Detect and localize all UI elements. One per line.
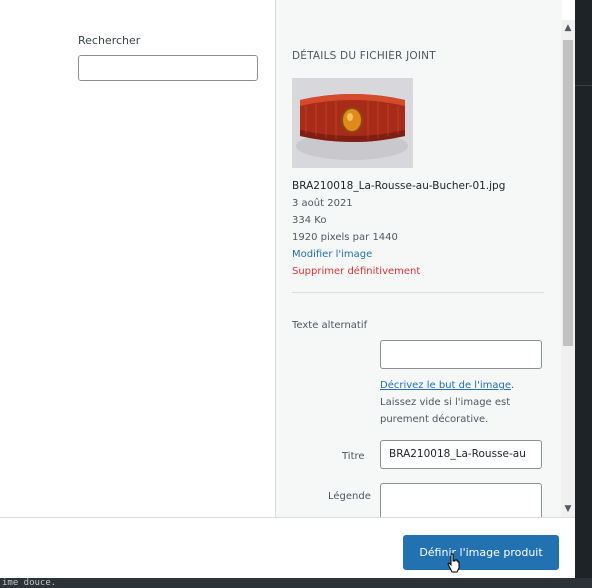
scroll-up-icon[interactable]: ▲ <box>562 22 574 34</box>
attachment-filename: BRA210018_La-Rousse-au-Bucher-01.jpg <box>292 180 506 192</box>
set-product-image-button[interactable]: Définir l'image produit <box>403 535 559 570</box>
alt-text-help-text: Laissez vide si l'image est purement déc… <box>380 397 511 425</box>
pointer-cursor-icon <box>447 553 460 573</box>
caption-label: Légende <box>328 491 371 502</box>
caption-textarea[interactable] <box>380 483 542 517</box>
attachment-details-sidebar: DÉTAILS DU FICHIER JOINT BRA210018_La-Ro… <box>275 0 562 517</box>
title-label: Titre <box>342 451 365 462</box>
delete-permanently-link[interactable]: Supprimer définitivement <box>292 263 552 280</box>
alt-text-label: Texte alternatif <box>292 320 368 331</box>
attachment-date: 3 août 2021 <box>292 198 353 209</box>
background-page-edge <box>575 0 592 588</box>
scrollbar-thumb[interactable] <box>563 40 573 346</box>
alt-text-help-link[interactable]: Décrivez le but de l'image <box>380 380 511 391</box>
attachment-filesize: 334 Ko <box>292 215 327 226</box>
edit-image-link[interactable]: Modifier l'image <box>292 246 552 263</box>
attachment-thumbnail <box>292 78 413 168</box>
scroll-down-icon[interactable]: ▼ <box>562 503 574 515</box>
attachment-dimensions: 1920 pixels par 1440 <box>292 232 398 243</box>
alt-text-help: Décrivez le but de l'image. Laissez vide… <box>380 377 540 428</box>
product-image <box>292 78 413 168</box>
attachment-info: BRA210018_La-Rousse-au-Bucher-01.jpg 3 a… <box>292 178 552 280</box>
divider <box>292 292 544 293</box>
alt-text-input[interactable] <box>380 340 542 369</box>
attachment-details-heading: DÉTAILS DU FICHIER JOINT <box>292 50 436 62</box>
search-label: Rechercher <box>78 34 141 47</box>
sidebar-scrollbar[interactable]: ▲ ▼ <box>561 20 575 517</box>
background-page-bottom <box>0 578 592 588</box>
background-text: ime douce. <box>2 578 57 588</box>
search-input[interactable] <box>78 55 258 81</box>
title-input[interactable]: BRA210018_La-Rousse-au <box>380 440 542 469</box>
media-modal: Rechercher DÉTAILS DU FICHIER JOINT BRA2… <box>0 0 575 581</box>
media-toolbar: Définir l'image produit <box>0 517 575 581</box>
alt-text-help-period: . <box>511 380 515 391</box>
